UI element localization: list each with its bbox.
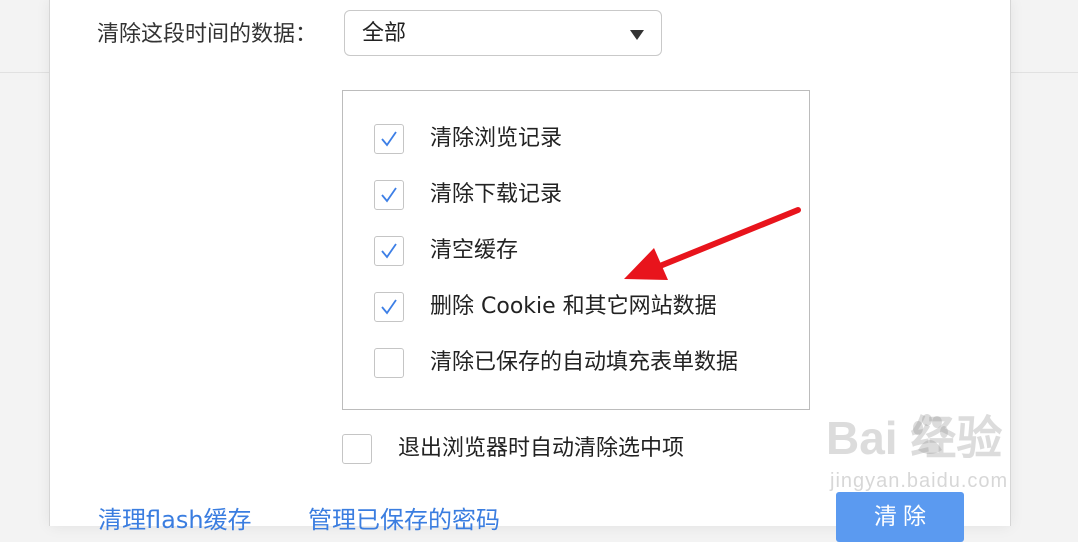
paw-logo-icon: [913, 414, 948, 454]
option-label: 清空缓存: [430, 238, 519, 263]
option-delete-cookies[interactable]: 删除 Cookie 和其它网站数据: [374, 291, 717, 323]
time-range-select[interactable]: 全部: [344, 10, 662, 56]
option-clear-downloads[interactable]: 清除下载记录: [374, 179, 562, 211]
dropdown-caret-icon: [630, 30, 644, 40]
checkbox-clear-on-exit[interactable]: [342, 434, 372, 464]
time-range-value: 全部: [362, 21, 407, 46]
checkbox-clear-history[interactable]: [374, 124, 404, 154]
manage-passwords-link[interactable]: 管理已保存的密码: [308, 503, 500, 537]
option-label: 清除浏览记录: [430, 126, 563, 151]
checkbox-clear-cache[interactable]: [374, 236, 404, 266]
checkbox-clear-autofill[interactable]: [374, 348, 404, 378]
red-arrow-annotation: [624, 207, 801, 280]
checkmark-icon: [381, 299, 397, 315]
option-label: 删除 Cookie 和其它网站数据: [430, 294, 717, 319]
time-range-label: 清除这段时间的数据：: [97, 22, 318, 47]
checkmark-icon: [381, 187, 397, 203]
checkmark-icon: [381, 243, 397, 259]
watermark-site: jingyan.baidu.com: [830, 470, 1009, 492]
option-label: 清除已保存的自动填充表单数据: [430, 350, 739, 375]
option-label: 退出浏览器时自动清除选中项: [398, 436, 685, 461]
checkbox-clear-downloads[interactable]: [374, 180, 404, 210]
clear-flash-cache-link[interactable]: 清理flash缓存: [98, 503, 252, 537]
baidu-jingyan-watermark: Bai 经验 jingyan.baidu.com: [826, 408, 1066, 504]
option-clear-on-exit[interactable]: 退出浏览器时自动清除选中项: [342, 433, 684, 465]
checkbox-delete-cookies[interactable]: [374, 292, 404, 322]
option-label: 清除下载记录: [430, 182, 563, 207]
option-clear-history[interactable]: 清除浏览记录: [374, 123, 562, 155]
option-clear-autofill[interactable]: 清除已保存的自动填充表单数据: [374, 347, 738, 379]
checkmark-icon: [381, 131, 397, 147]
option-clear-cache[interactable]: 清空缓存: [374, 235, 518, 267]
